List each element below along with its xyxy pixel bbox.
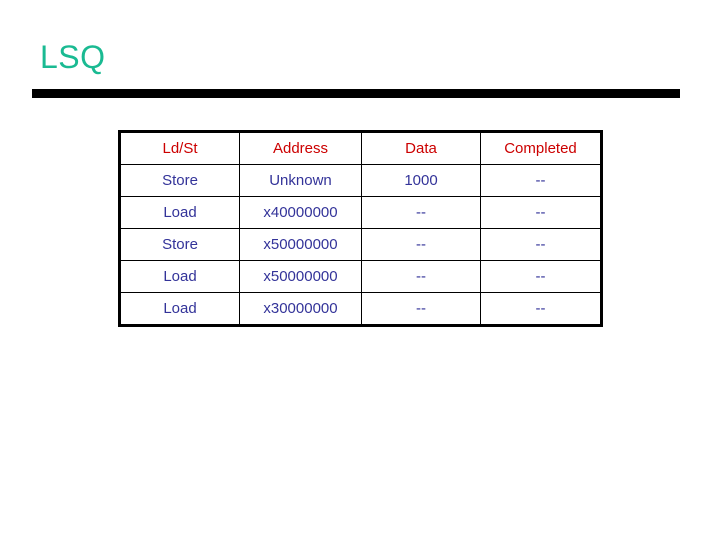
cell-data: -- xyxy=(361,292,481,326)
lsq-table: Ld/St Address Data Completed Store Unkno… xyxy=(118,130,603,327)
table-header-row: Ld/St Address Data Completed xyxy=(119,131,602,165)
column-header-address: Address xyxy=(239,131,362,165)
cell-completed: -- xyxy=(480,164,602,197)
cell-data: -- xyxy=(361,260,481,293)
cell-data: -- xyxy=(361,196,481,229)
cell-data: 1000 xyxy=(361,164,481,197)
cell-ldst: Load xyxy=(119,260,240,293)
title-divider xyxy=(32,89,680,98)
column-header-data: Data xyxy=(361,131,481,165)
table-header: Ld/St Address Data Completed xyxy=(119,131,602,165)
table-row: Store x50000000 -- -- xyxy=(119,228,602,261)
cell-ldst: Load xyxy=(119,292,240,326)
cell-ldst: Store xyxy=(119,164,240,197)
table-row: Load x40000000 -- -- xyxy=(119,196,602,229)
slide-canvas: LSQ Ld/St Address Data Completed Store U… xyxy=(0,0,720,540)
cell-ldst: Store xyxy=(119,228,240,261)
table-row: Load x30000000 -- -- xyxy=(119,292,602,326)
cell-address: Unknown xyxy=(239,164,362,197)
page-title: LSQ xyxy=(40,39,106,75)
cell-address: x40000000 xyxy=(239,196,362,229)
lsq-table-container: Ld/St Address Data Completed Store Unkno… xyxy=(118,130,603,327)
table-row: Load x50000000 -- -- xyxy=(119,260,602,293)
table-body: Store Unknown 1000 -- Load x40000000 -- … xyxy=(119,164,602,326)
cell-address: x50000000 xyxy=(239,260,362,293)
cell-completed: -- xyxy=(480,228,602,261)
cell-ldst: Load xyxy=(119,196,240,229)
cell-completed: -- xyxy=(480,196,602,229)
cell-completed: -- xyxy=(480,292,602,326)
table-row: Store Unknown 1000 -- xyxy=(119,164,602,197)
cell-data: -- xyxy=(361,228,481,261)
column-header-ldst: Ld/St xyxy=(119,131,240,165)
cell-address: x30000000 xyxy=(239,292,362,326)
cell-completed: -- xyxy=(480,260,602,293)
column-header-completed: Completed xyxy=(480,131,602,165)
cell-address: x50000000 xyxy=(239,228,362,261)
